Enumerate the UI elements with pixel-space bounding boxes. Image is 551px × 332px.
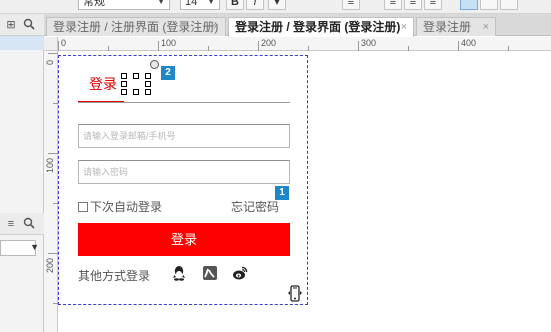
- ruler-label: 200: [45, 257, 55, 273]
- resize-handle[interactable]: [121, 73, 127, 79]
- ruler-label: 200: [261, 38, 277, 48]
- libraries-panel-header: ≡: [0, 213, 44, 235]
- chevron-down-icon: ▼: [157, 0, 165, 6]
- close-icon[interactable]: ×: [401, 18, 407, 36]
- remember-checkbox[interactable]: [78, 202, 88, 212]
- tab-register-page[interactable]: 登录注册 / 注册界面 (登录注册) ×: [46, 17, 226, 36]
- remember-label: 下次自动登录: [90, 200, 163, 214]
- ruler-label: 100: [45, 157, 55, 173]
- add-page-icon[interactable]: ⊞: [4, 18, 18, 32]
- resize-handle[interactable]: [133, 89, 139, 95]
- close-icon[interactable]: ×: [213, 18, 219, 36]
- align-middle-button[interactable]: [480, 0, 498, 10]
- close-icon[interactable]: ×: [483, 18, 489, 36]
- horizontal-ruler: 0 100 200 300 400: [58, 37, 551, 51]
- password-input[interactable]: 请输入密码: [78, 160, 290, 184]
- resize-handle[interactable]: [145, 73, 151, 79]
- ruler-corner: [44, 37, 58, 51]
- forgot-password-link[interactable]: 忘记密码: [231, 198, 279, 215]
- left-panel: ⊞ ≡ ▼: [0, 14, 44, 332]
- align-right-button[interactable]: ≡: [424, 0, 442, 10]
- italic-button[interactable]: I: [246, 0, 264, 10]
- tab-login-page[interactable]: 登录注册 / 登录界面 (登录注册) ×: [228, 17, 414, 37]
- resize-handle[interactable]: [145, 81, 151, 87]
- pages-panel-header: ⊞: [0, 14, 44, 36]
- login-tab-label[interactable]: 登录: [89, 74, 117, 94]
- text-color-button[interactable]: ▾: [268, 0, 286, 10]
- other-login-methods-label: 其他方式登录: [78, 269, 151, 283]
- bold-button[interactable]: B: [226, 0, 244, 10]
- font-size-select[interactable]: 14 ▼: [180, 0, 220, 10]
- vertical-ruler: 0 100 200: [44, 51, 58, 332]
- align-center-button[interactable]: ≡: [404, 0, 422, 10]
- ruler-label: 100: [161, 38, 177, 48]
- format-toolbar: 常规 ▼ 14 ▼ B I ▾ ≡ ≡ ≡ ≡: [0, 0, 551, 14]
- annotation-badge[interactable]: 1: [275, 186, 289, 200]
- align-bottom-button[interactable]: [500, 0, 518, 10]
- login-artboard[interactable]: 登录 2 请输入登录邮箱/手机号 请输入密码 下次自动登录 忘记密码 1 登录 …: [58, 55, 308, 305]
- mobile-adaptive-icon[interactable]: [287, 285, 303, 303]
- ruler-label: 400: [461, 38, 477, 48]
- resize-handle[interactable]: [121, 89, 127, 95]
- weibo-icon[interactable]: [232, 265, 248, 281]
- tab-login-register[interactable]: 登录注册 ×: [416, 17, 496, 36]
- resize-handle[interactable]: [133, 73, 139, 79]
- ruler-label: 300: [361, 38, 377, 48]
- font-style-select[interactable]: 常规 ▼: [78, 0, 170, 10]
- username-input[interactable]: 请输入登录邮箱/手机号: [78, 124, 290, 148]
- ruler-label: 0: [45, 59, 55, 65]
- tab-divider: [78, 102, 290, 103]
- library-select[interactable]: ▼: [0, 240, 39, 256]
- list-button[interactable]: ≡: [342, 0, 360, 10]
- resize-handle[interactable]: [121, 81, 127, 87]
- axure-editor: 常规 ▼ 14 ▼ B I ▾ ≡ ≡ ≡ ≡ ⊞ ≡ ▼ 登录注册 / 注册界…: [0, 0, 551, 332]
- chevron-down-icon: ▼: [207, 0, 215, 6]
- remember-me[interactable]: 下次自动登录: [78, 198, 162, 215]
- font-size-value: 14: [185, 0, 198, 8]
- font-style-value: 常规: [83, 0, 105, 8]
- selected-page-row[interactable]: [0, 36, 44, 50]
- document-tabs: 登录注册 / 注册界面 (登录注册) × 登录注册 / 登录界面 (登录注册) …: [44, 14, 551, 37]
- login-button[interactable]: 登录: [78, 223, 290, 256]
- rotate-handle-icon[interactable]: [150, 60, 159, 69]
- qq-icon[interactable]: [171, 265, 187, 281]
- search-icon[interactable]: [22, 18, 36, 32]
- design-canvas[interactable]: 登录 2 请输入登录邮箱/手机号 请输入密码 下次自动登录 忘记密码 1 登录 …: [58, 52, 551, 332]
- align-left-button[interactable]: ≡: [384, 0, 402, 10]
- ruler-label: 0: [61, 38, 67, 48]
- annotation-badge[interactable]: 2: [161, 66, 175, 80]
- align-top-button[interactable]: [460, 0, 478, 10]
- search-icon[interactable]: [22, 217, 36, 231]
- resize-handle[interactable]: [145, 89, 151, 95]
- menu-icon[interactable]: ≡: [4, 217, 18, 231]
- chevron-down-icon: ▼: [30, 242, 39, 252]
- renren-icon[interactable]: [202, 265, 218, 281]
